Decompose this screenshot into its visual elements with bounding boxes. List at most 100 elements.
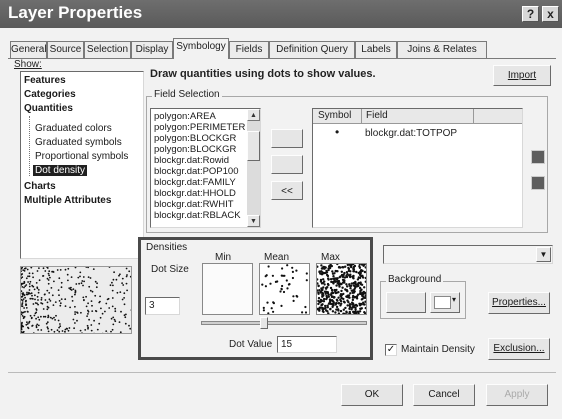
show-item-categories[interactable]: Categories [24, 89, 76, 100]
density-dot [350, 289, 353, 292]
color-ramp-dropdown[interactable]: ▼ [383, 245, 553, 264]
density-dot [292, 295, 295, 298]
density-dot [321, 306, 324, 310]
dot-size-input[interactable]: 3 [145, 297, 180, 315]
show-item-dot-density[interactable]: Dot density [33, 165, 88, 176]
tab-joins-relates[interactable]: Joins & Relates [397, 41, 487, 58]
symbol-column-header[interactable]: Symbol [318, 110, 351, 121]
preview-dot [85, 305, 88, 308]
show-item-features[interactable]: Features [24, 75, 66, 86]
preview-dot [81, 332, 83, 333]
density-dot [352, 267, 355, 271]
density-dot [337, 302, 341, 305]
show-item-charts[interactable]: Charts [24, 181, 56, 192]
import-button[interactable]: Import [493, 65, 551, 86]
move-down-button[interactable] [531, 176, 545, 190]
add-field-button[interactable] [271, 129, 303, 148]
field-item[interactable]: blockgr.dat:POP100 [154, 166, 249, 177]
density-dot [286, 287, 289, 290]
preview-dot [96, 282, 98, 285]
preview-dot [99, 300, 101, 303]
close-button[interactable]: x [542, 6, 559, 22]
remove-all-fields-button[interactable]: << [271, 181, 303, 200]
preview-dot [120, 310, 122, 313]
density-dot [340, 289, 343, 293]
density-dot [320, 264, 323, 267]
density-dot [319, 298, 323, 302]
field-item[interactable]: blockgr.dat:RBLACK [154, 210, 249, 221]
preview-dot [29, 314, 32, 317]
properties-button[interactable]: Properties... [488, 292, 550, 314]
tab-source[interactable]: Source [47, 41, 84, 58]
field-item[interactable]: blockgr.dat:Rowid [154, 155, 249, 166]
background-color-button[interactable]: ▾ [430, 292, 460, 313]
cancel-button[interactable]: Cancel [413, 384, 475, 406]
field-item[interactable]: blockgr.dat:HHOLD [154, 188, 249, 199]
preview-dot [46, 308, 49, 311]
maintain-density-checkbox[interactable]: ✓ [385, 344, 397, 356]
tab-labels[interactable]: Labels [355, 41, 397, 58]
tab-selection[interactable]: Selection [84, 41, 131, 58]
preview-dot [101, 312, 104, 315]
density-slider-thumb[interactable] [260, 317, 269, 329]
selected-field-name[interactable]: blockgr.dat:TOTPOP [365, 128, 457, 139]
show-item-multiple-attributes[interactable]: Multiple Attributes [24, 195, 111, 206]
field-item[interactable]: blockgr.dat:FAMILY [154, 177, 249, 188]
show-item-graduated-symbols[interactable]: Graduated symbols [35, 137, 122, 148]
preview-dot [54, 301, 57, 303]
exclusion-button[interactable]: Exclusion... [488, 338, 550, 360]
preview-dot [52, 304, 55, 306]
show-item-proportional-symbols[interactable]: Proportional symbols [35, 151, 128, 162]
dot-symbol[interactable]: • [335, 125, 339, 139]
scroll-thumb[interactable] [247, 131, 260, 161]
dot-value-input[interactable]: 15 [277, 336, 337, 353]
scroll-down-icon[interactable]: ▼ [247, 215, 260, 227]
tab-definition-query[interactable]: Definition Query [269, 41, 355, 58]
density-dot [288, 283, 291, 286]
remove-field-button[interactable] [271, 155, 303, 174]
apply-button[interactable]: Apply [486, 384, 548, 406]
field-item[interactable]: polygon:BLOCKGR [154, 133, 249, 144]
selected-fields-table[interactable]: Symbol Field • blockgr.dat:TOTPOP [312, 108, 523, 228]
ok-button[interactable]: OK [341, 384, 403, 406]
field-item[interactable]: polygon:AREA [154, 111, 249, 122]
background-label: Background [386, 274, 444, 285]
field-column-header[interactable]: Field [366, 110, 388, 121]
tab-symbology[interactable]: Symbology [173, 38, 229, 59]
scroll-up-icon[interactable]: ▲ [247, 109, 260, 121]
field-item[interactable]: polygon:BLOCKGR [154, 144, 249, 155]
preview-dot [44, 299, 47, 301]
move-up-button[interactable] [531, 150, 545, 164]
preview-dot [25, 307, 28, 309]
show-item-quantities[interactable]: Quantities [24, 103, 73, 114]
tab-display[interactable]: Display [131, 41, 173, 58]
field-item[interactable]: polygon:PERIMETER [154, 122, 249, 133]
tab-general[interactable]: General [10, 41, 47, 58]
preview-dot [90, 329, 93, 332]
density-dot [344, 306, 347, 310]
density-dot [327, 295, 330, 298]
available-fields-list[interactable]: polygon:AREA polygon:PERIMETER polygon:B… [150, 108, 261, 228]
preview-dot [37, 316, 40, 319]
density-dot [349, 270, 352, 273]
density-slider-track[interactable] [201, 321, 367, 325]
density-dot [285, 279, 288, 282]
chevron-down-icon[interactable]: ▼ [536, 247, 551, 262]
preview-dot [28, 272, 31, 275]
preview-dot [109, 284, 112, 287]
preview-dot [42, 267, 45, 270]
density-dot [323, 290, 327, 293]
preview-dot [24, 300, 27, 303]
preview-dot [122, 284, 125, 286]
density-dot [345, 283, 348, 286]
background-symbol-button[interactable] [386, 292, 426, 313]
field-list-scrollbar[interactable]: ▲ ▼ [247, 109, 260, 227]
help-button[interactable]: ? [522, 6, 539, 22]
maintain-density-label[interactable]: Maintain Density [401, 344, 475, 355]
preview-dot [35, 308, 38, 310]
preview-dot [74, 305, 76, 308]
tab-fields[interactable]: Fields [229, 41, 269, 58]
preview-dot [125, 267, 128, 270]
show-item-graduated-colors[interactable]: Graduated colors [35, 123, 112, 134]
field-item[interactable]: blockgr.dat:RWHIT [154, 199, 249, 210]
